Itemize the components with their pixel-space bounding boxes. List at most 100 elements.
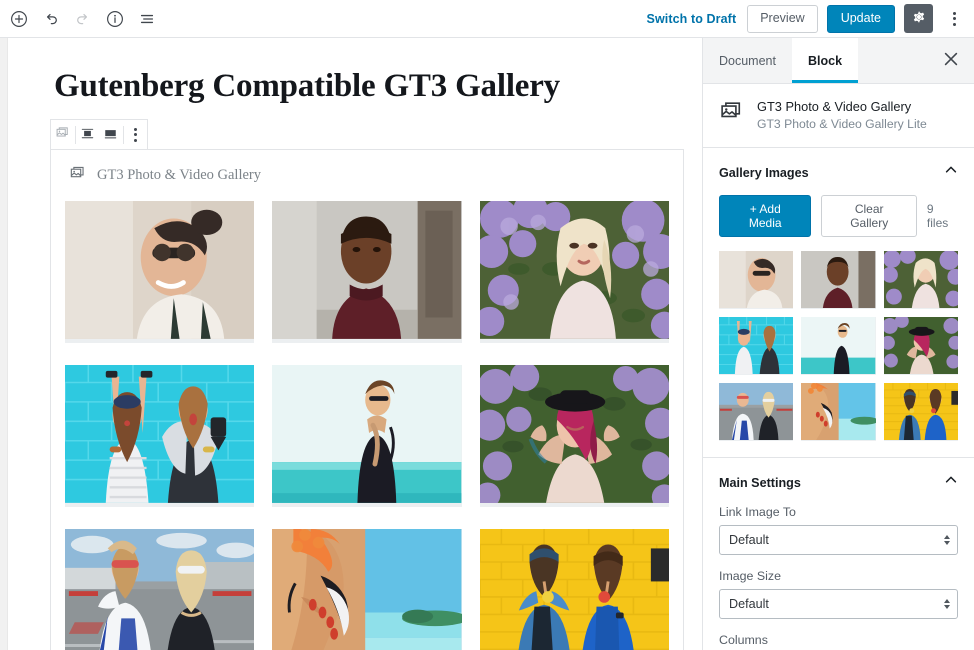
block-info: GT3 Photo & Video Gallery GT3 Photo & Vi…	[703, 84, 974, 148]
thumbnail-item[interactable]	[883, 317, 958, 375]
panel-title: Gallery Images	[719, 165, 809, 180]
block-more-options-button[interactable]	[123, 121, 147, 149]
thumbnail-item[interactable]	[883, 383, 958, 441]
image-size-select-wrap: Default	[719, 589, 958, 619]
thumbnail-4	[719, 317, 794, 375]
tab-document[interactable]: Document	[703, 38, 792, 83]
block-info-text: GT3 Photo & Video Gallery GT3 Photo & Vi…	[757, 98, 927, 131]
gallery-item[interactable]	[65, 365, 255, 507]
gallery-image-grid	[65, 201, 669, 650]
top-bar-right-actions: Switch to Draft Preview Update	[645, 4, 966, 33]
tab-block[interactable]: Block	[791, 38, 859, 83]
ellipsis-vertical-icon	[952, 11, 956, 26]
content-info-button[interactable]	[100, 4, 130, 34]
settings-sidebar: Document Block GT3 Photo & Video Gallery…	[702, 38, 974, 650]
thumbnail-1	[719, 251, 794, 309]
panel-gallery-images-header[interactable]: Gallery Images	[703, 148, 974, 195]
thumbnail-9	[883, 383, 958, 441]
block-toolbar	[50, 119, 148, 149]
redo-button[interactable]	[68, 4, 98, 34]
list-view-icon	[138, 10, 156, 28]
sidebar-tab-bar: Document Block	[703, 38, 974, 84]
close-sidebar-button[interactable]	[928, 38, 974, 83]
plus-circle-icon	[10, 10, 28, 28]
columns-label: Columns	[719, 633, 768, 647]
link-image-to-label: Link Image To	[719, 505, 796, 519]
panel-gallery-images: Gallery Images + Add Media Clear Gallery…	[703, 148, 974, 458]
gallery-image-4	[65, 365, 255, 503]
gallery-item[interactable]	[479, 529, 669, 650]
gallery-item[interactable]	[272, 529, 462, 650]
editor-canvas-wrapper: Gutenberg Compatible GT3 Gallery GT3 Pho…	[0, 38, 702, 650]
gallery-block-label: GT3 Photo & Video Gallery	[97, 167, 261, 183]
field-columns: Columns	[719, 633, 958, 650]
thumbnail-5	[801, 317, 876, 375]
switch-to-draft-link[interactable]: Switch to Draft	[645, 8, 739, 30]
chevron-up-icon	[944, 163, 958, 182]
align-center-button[interactable]	[75, 121, 99, 149]
thumbnail-item[interactable]	[719, 383, 794, 441]
align-center-icon	[80, 126, 95, 144]
block-type-gallery-button[interactable]	[51, 121, 75, 149]
gallery-image-3	[479, 201, 669, 339]
gallery-item[interactable]	[65, 201, 255, 343]
more-options-button[interactable]	[942, 4, 966, 33]
full-width-button[interactable]	[99, 121, 123, 149]
top-bar-left-tools	[4, 4, 162, 34]
full-width-icon	[103, 126, 118, 144]
panel-main-settings-body: Link Image To Default Image Size Default	[703, 505, 974, 650]
gallery-image-2	[272, 201, 462, 339]
clear-gallery-button[interactable]: Clear Gallery	[821, 195, 917, 237]
gallery-block-icon	[69, 164, 87, 187]
left-gutter	[0, 38, 8, 650]
gallery-item[interactable]	[479, 201, 669, 343]
gallery-image-7	[65, 529, 255, 650]
undo-icon	[42, 10, 60, 28]
thumbnail-item[interactable]	[719, 251, 794, 309]
field-image-size: Image Size Default	[719, 569, 958, 619]
thumbnail-7	[719, 383, 794, 441]
editor-top-bar: Switch to Draft Preview Update	[0, 0, 974, 38]
thumbnail-item[interactable]	[883, 251, 958, 309]
gallery-block-header: GT3 Photo & Video Gallery	[69, 164, 669, 187]
image-size-select[interactable]: Default	[719, 589, 958, 619]
ellipsis-vertical-icon	[133, 127, 137, 142]
page-title[interactable]: Gutenberg Compatible GT3 Gallery	[54, 68, 702, 105]
gallery-block[interactable]: GT3 Photo & Video Gallery	[50, 149, 684, 650]
preview-button[interactable]: Preview	[747, 4, 818, 33]
editor-canvas[interactable]: Gutenberg Compatible GT3 Gallery GT3 Pho…	[8, 38, 702, 650]
gallery-block-icon	[719, 98, 745, 129]
thumbnail-item[interactable]	[801, 251, 876, 309]
gallery-image-1	[65, 201, 255, 339]
redo-icon	[74, 10, 92, 28]
gallery-item[interactable]	[479, 365, 669, 507]
update-button[interactable]: Update	[826, 4, 895, 33]
gallery-item[interactable]	[272, 201, 462, 343]
undo-button[interactable]	[36, 4, 66, 34]
chevron-up-icon	[944, 473, 958, 492]
add-media-button[interactable]: + Add Media	[719, 195, 812, 237]
gallery-item[interactable]	[272, 365, 462, 507]
settings-button[interactable]	[904, 4, 933, 33]
panel-main-settings-header[interactable]: Main Settings	[703, 458, 974, 505]
thumbnail-item[interactable]	[719, 317, 794, 375]
thumbnail-6	[883, 317, 958, 375]
thumbnail-item[interactable]	[801, 317, 876, 375]
thumbnail-item[interactable]	[801, 383, 876, 441]
gear-icon	[911, 9, 927, 28]
gallery-image-5	[272, 365, 462, 503]
gallery-actions: + Add Media Clear Gallery 9 files	[719, 195, 958, 237]
info-circle-icon	[106, 10, 124, 28]
add-block-button[interactable]	[4, 4, 34, 34]
thumbnail-8	[801, 383, 876, 441]
thumbnail-3	[883, 251, 958, 309]
gallery-item[interactable]	[65, 529, 255, 650]
list-view-button[interactable]	[132, 4, 162, 34]
images-icon	[55, 125, 71, 144]
panel-gallery-images-body: + Add Media Clear Gallery 9 files	[703, 195, 974, 457]
link-image-to-select-wrap: Default	[719, 525, 958, 555]
link-image-to-select[interactable]: Default	[719, 525, 958, 555]
editor-body: Gutenberg Compatible GT3 Gallery GT3 Pho…	[0, 38, 974, 650]
block-info-title: GT3 Photo & Video Gallery	[757, 99, 912, 114]
block-info-subtitle: GT3 Photo & Video Gallery Lite	[757, 117, 927, 131]
